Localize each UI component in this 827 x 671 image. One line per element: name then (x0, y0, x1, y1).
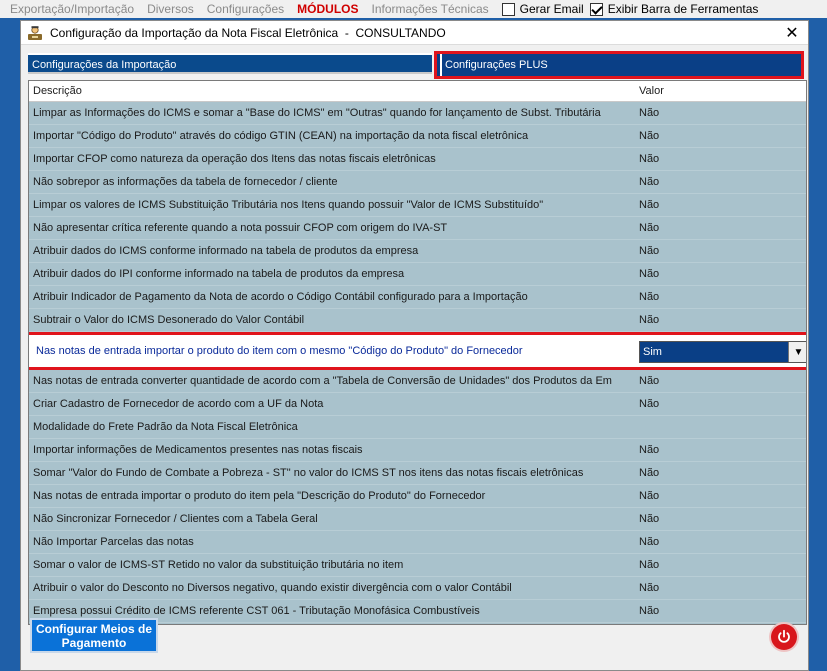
row-description: Limpar os valores de ICMS Substituição T… (33, 199, 544, 211)
gerar-email-label: Gerar Email (519, 2, 584, 16)
row-value[interactable]: Não (636, 582, 659, 594)
table-row[interactable]: Nas notas de entrada converter quantidad… (29, 370, 806, 393)
table-row[interactable]: Não apresentar crítica referente quando … (29, 217, 806, 240)
row-description: Nas notas de entrada importar o produto … (33, 490, 486, 502)
row-value[interactable]: Não (636, 291, 659, 303)
table-row[interactable]: Importar CFOP como natureza da operação … (29, 148, 806, 171)
tab-plus-label: Configurações PLUS (440, 54, 548, 76)
tab-configuracoes-plus[interactable]: Configurações PLUS (434, 51, 804, 79)
table-row[interactable]: Criar Cadastro de Fornecedor de acordo c… (29, 393, 806, 416)
row-value[interactable]: Não (636, 199, 659, 211)
table-row[interactable]: Subtrair o Valor do ICMS Desonerado do V… (29, 309, 806, 332)
row-value[interactable]: Não (636, 107, 659, 119)
table-row[interactable]: Importar "Código do Produto" através do … (29, 125, 806, 148)
row-value[interactable]: Não (636, 513, 659, 525)
row-value[interactable]: Não (636, 467, 659, 479)
configure-payment-button[interactable]: Configurar Meios de Pagamento (30, 618, 158, 653)
table-row[interactable]: Importar informações de Medicamentos pre… (29, 439, 806, 462)
gerar-email-checkbox[interactable]: Gerar Email (501, 2, 584, 16)
table-row[interactable]: Atribuir dados do IPI conforme informado… (29, 263, 806, 286)
settings-grid: Descrição Valor Limpar as Informações do… (28, 80, 807, 625)
row-description: Importar informações de Medicamentos pre… (33, 444, 363, 456)
table-row[interactable]: Modalidade do Frete Padrão da Nota Fisca… (29, 416, 806, 439)
row-description: Não apresentar crítica referente quando … (33, 222, 448, 234)
row-description: Nas notas de entrada converter quantidad… (33, 375, 612, 387)
row-value[interactable]: Não (636, 375, 659, 387)
row-description: Criar Cadastro de Fornecedor de acordo c… (33, 398, 324, 410)
row-value[interactable]: Não (636, 268, 659, 280)
row-description: Não Importar Parcelas das notas (33, 536, 194, 548)
row-value[interactable]: Não (636, 559, 659, 571)
row-value[interactable]: Não (636, 490, 659, 502)
row-description: Subtrair o Valor do ICMS Desonerado do V… (33, 314, 305, 326)
table-row[interactable]: Não Sincronizar Fornecedor / Clientes co… (29, 508, 806, 531)
dropdown-selected-value: Sim (643, 346, 662, 358)
row-description: Somar "Valor do Fundo de Combate a Pobre… (33, 467, 584, 479)
power-icon (778, 629, 790, 643)
close-icon[interactable]: ✕ (776, 21, 808, 45)
row-description: Nas notas de entrada importar o produto … (36, 345, 523, 357)
grid-header: Descrição Valor (29, 81, 806, 102)
table-row[interactable]: Limpar as Informações do ICMS e somar a … (29, 102, 806, 125)
menu-diversos[interactable]: Diversos (147, 2, 194, 16)
row-description: Modalidade do Frete Padrão da Nota Fisca… (33, 421, 298, 433)
row-value[interactable]: Não (636, 222, 659, 234)
checkbox-box[interactable] (501, 2, 515, 16)
table-row-selected[interactable]: Nas notas de entrada importar o produto … (29, 332, 806, 370)
row-description: Importar CFOP como natureza da operação … (33, 153, 436, 165)
exibir-barra-checkbox[interactable]: Exibir Barra de Ferramentas (589, 2, 759, 16)
row-description: Atribuir o valor do Desconto no Diversos… (33, 582, 512, 594)
table-row[interactable]: Limpar os valores de ICMS Substituição T… (29, 194, 806, 217)
row-value[interactable]: Não (636, 398, 659, 410)
menu-modulos[interactable]: MÓDULOS (297, 2, 358, 16)
table-row[interactable]: Somar "Valor do Fundo de Combate a Pobre… (29, 462, 806, 485)
row-value[interactable]: Não (636, 245, 659, 257)
row-value[interactable]: Não (636, 605, 659, 617)
row-value[interactable]: Não (636, 314, 659, 326)
table-row[interactable]: Não sobrepor as informações da tabela de… (29, 171, 806, 194)
row-description: Limpar as Informações do ICMS e somar a … (33, 107, 601, 119)
checkbox-box-checked[interactable] (589, 2, 603, 16)
row-value[interactable]: Não (636, 176, 659, 188)
row-description: Somar o valor de ICMS-ST Retido no valor… (33, 559, 404, 571)
chevron-down-icon[interactable]: ▼ (788, 342, 806, 362)
row-description: Empresa possui Crédito de ICMS referente… (33, 605, 480, 617)
table-row[interactable]: Atribuir Indicador de Pagamento da Nota … (29, 286, 806, 309)
grid-body: Limpar as Informações do ICMS e somar a … (29, 102, 806, 623)
row-description: Importar "Código do Produto" através do … (33, 130, 529, 142)
row-value[interactable]: Não (636, 130, 659, 142)
power-button[interactable] (771, 624, 797, 650)
row-value[interactable]: Não (636, 444, 659, 456)
row-value[interactable]: Não (636, 153, 659, 165)
menu-configuracoes[interactable]: Configurações (207, 2, 284, 16)
column-descricao: Descrição (33, 85, 82, 97)
table-row[interactable]: Atribuir dados do ICMS conforme informad… (29, 240, 806, 263)
menu-exportacao-importacao[interactable]: Exportação/Importação (10, 2, 134, 16)
column-valor: Valor (639, 85, 664, 97)
row-description: Não sobrepor as informações da tabela de… (33, 176, 338, 188)
app-menubar: Exportação/Importação Diversos Configura… (0, 0, 827, 18)
app-person-icon (28, 25, 42, 40)
value-dropdown[interactable]: Sim ▼ (639, 341, 806, 363)
row-description: Atribuir dados do ICMS conforme informad… (33, 245, 419, 257)
dialog-titlebar: Configuração da Importação da Nota Fisca… (21, 21, 808, 45)
table-row[interactable]: Nas notas de entrada importar o produto … (29, 485, 806, 508)
row-value[interactable]: Não (636, 536, 659, 548)
tab-configuracoes-importacao[interactable]: Configurações da Importação (28, 53, 432, 74)
table-row[interactable]: Somar o valor de ICMS-ST Retido no valor… (29, 554, 806, 577)
table-row[interactable]: Atribuir o valor do Desconto no Diversos… (29, 577, 806, 600)
menu-informacoes-tecnicas[interactable]: Informações Técnicas (372, 2, 489, 16)
row-description: Atribuir Indicador de Pagamento da Nota … (33, 291, 528, 303)
row-description: Atribuir dados do IPI conforme informado… (33, 268, 405, 280)
table-row[interactable]: Não Importar Parcelas das notas Não (29, 531, 806, 554)
dialog-title: Configuração da Importação da Nota Fisca… (50, 25, 446, 40)
row-description: Não Sincronizar Fornecedor / Clientes co… (33, 513, 318, 525)
exibir-barra-label: Exibir Barra de Ferramentas (607, 2, 759, 16)
import-config-dialog: Configuração da Importação da Nota Fisca… (20, 20, 809, 671)
